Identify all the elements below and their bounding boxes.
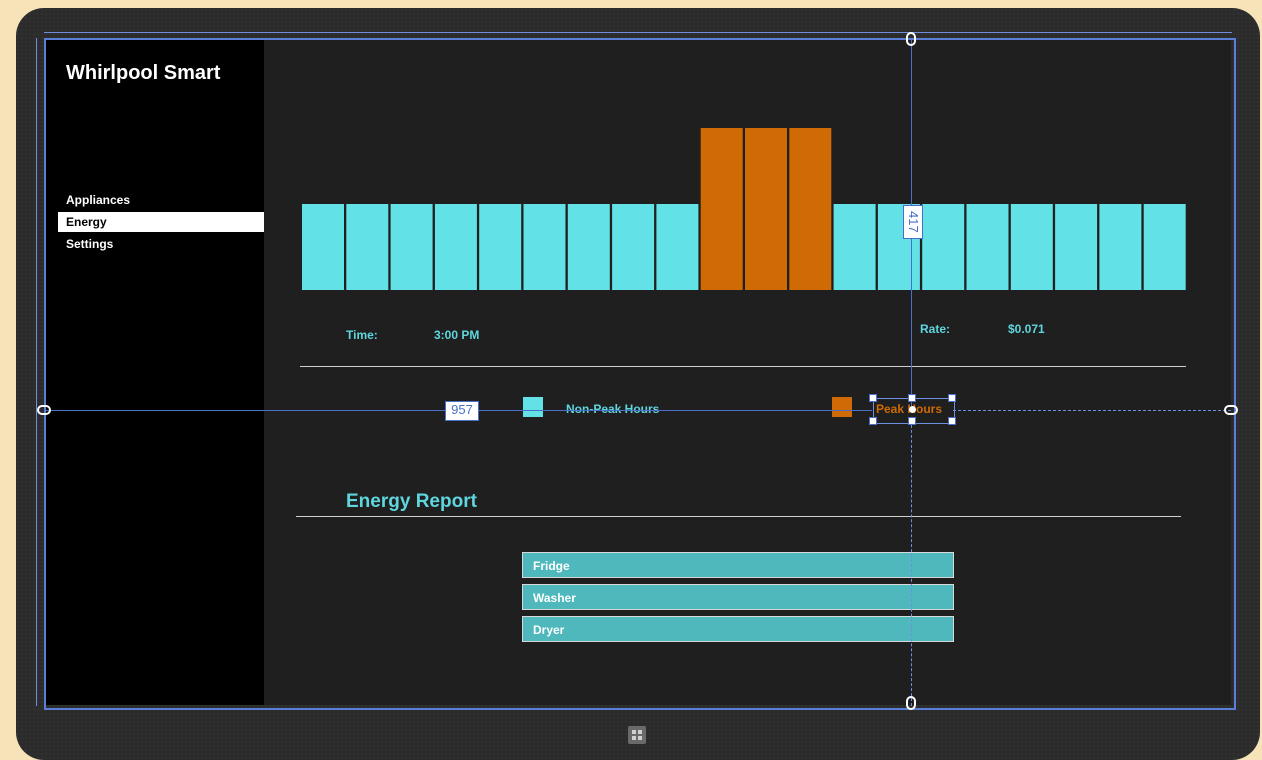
width-dimension-badge: 957 <box>445 401 479 421</box>
selection-frame <box>44 38 1236 710</box>
resize-handle-tr-icon[interactable] <box>948 394 956 402</box>
anchor-bottom-chain-icon[interactable] <box>906 696 916 710</box>
center-point-icon[interactable] <box>909 406 916 413</box>
horizontal-guide-dashed <box>953 410 1231 411</box>
anchor-left-chain-icon[interactable] <box>37 405 51 415</box>
windows-button-icon[interactable] <box>628 726 646 744</box>
anchor-top-chain-icon[interactable] <box>906 32 916 46</box>
resize-handle-t-icon[interactable] <box>908 394 916 402</box>
vertical-guide-dashed <box>911 420 912 706</box>
margin-guide-left <box>36 38 37 706</box>
margin-guide-top <box>44 32 1232 33</box>
resize-handle-b-icon[interactable] <box>908 417 916 425</box>
resize-handle-tl-icon[interactable] <box>869 394 877 402</box>
resize-handle-bl-icon[interactable] <box>869 417 877 425</box>
resize-handle-br-icon[interactable] <box>948 417 956 425</box>
anchor-right-chain-icon[interactable] <box>1224 405 1238 415</box>
height-dimension-badge: 417 <box>903 205 923 239</box>
